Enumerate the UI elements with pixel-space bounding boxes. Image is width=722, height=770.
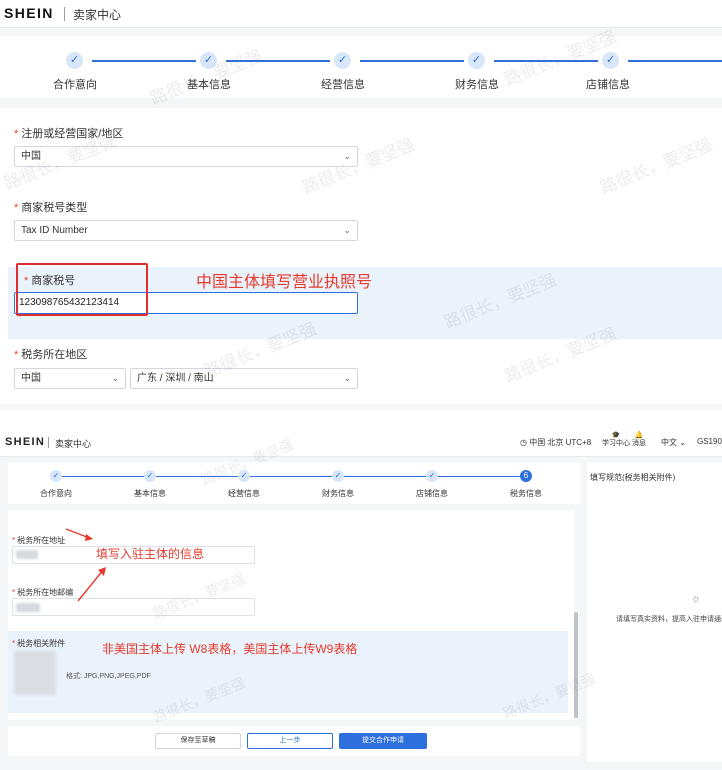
step-label-business[interactable]: 经营信息 — [321, 76, 365, 92]
tax-type-select[interactable]: Tax ID Number ⌄ — [14, 220, 358, 241]
header-divider — [48, 437, 49, 448]
progress-steps — [8, 462, 580, 504]
check-icon: ✓ — [426, 470, 438, 482]
check-icon: ✓ — [602, 52, 619, 69]
messages-link[interactable]: 🔔 消息 — [632, 432, 646, 448]
language-selector[interactable]: 中文 ⌄ — [661, 437, 686, 448]
step-label-finance[interactable]: 财务信息 — [455, 76, 499, 92]
shein-logo[interactable]: SHEIN — [4, 5, 54, 21]
uploaded-file-thumbnail[interactable] — [14, 651, 56, 695]
format-hint: 格式: JPG,PNG,JPEG,PDF — [66, 673, 151, 680]
step-label-basic[interactable]: 基本信息 — [134, 488, 166, 499]
chevron-down-icon: ⌄ — [679, 438, 686, 447]
tax-address-label: * 税务所在地址 — [12, 536, 66, 545]
step-connector — [344, 476, 426, 477]
study-center-link[interactable]: 🎓 学习中心 — [602, 432, 630, 448]
step-connector — [92, 60, 196, 62]
tax-type-label: * 商家税号类型 — [14, 202, 88, 214]
check-icon: ✓ — [144, 470, 156, 482]
tax-region-area-select[interactable]: 广东 / 深圳 / 南山 ⌄ — [130, 368, 358, 389]
scrollbar[interactable] — [574, 612, 578, 718]
graduation-cap-icon: 🎓 — [611, 432, 621, 439]
step-label-intent[interactable]: 合作意向 — [53, 76, 97, 92]
app-title: 卖家中心 — [55, 439, 92, 449]
annotation-box — [16, 263, 148, 316]
save-draft-button[interactable]: 保存至草稿 — [155, 733, 241, 749]
annotation-text: 中国主体填写营业执照号 — [196, 274, 373, 291]
step-connector — [438, 476, 520, 477]
tax-region-label: * 税务所在地区 — [14, 349, 88, 361]
guideline-panel — [587, 462, 722, 762]
account-menu[interactable]: GS190 — [697, 437, 722, 446]
step-connector — [360, 60, 464, 62]
guideline-title: 填写规范(税务相关附件) — [590, 473, 676, 482]
active-step-number: 6 — [520, 470, 532, 482]
submit-application-button[interactable]: 提交合作申请 — [339, 733, 427, 749]
guideline-empty-text: 请填写真实资料，提高入驻申请通过 — [616, 616, 722, 623]
check-icon: ✓ — [50, 470, 62, 482]
header-divider — [64, 7, 65, 21]
clock-icon: ◷ — [520, 438, 530, 447]
previous-step-button[interactable]: 上一步 — [247, 733, 333, 749]
annotation-text: 填写入驻主体的信息 — [96, 547, 205, 561]
blurred-value — [16, 603, 40, 612]
shein-logo[interactable]: SHEIN — [5, 436, 45, 448]
tax-attachment-label: * 税务相关附件 — [12, 639, 66, 648]
check-icon: ✓ — [66, 52, 83, 69]
chevron-down-icon: ⌄ — [343, 373, 351, 383]
step-label-tax[interactable]: 税务信息 — [510, 488, 542, 499]
step-connector — [62, 476, 144, 477]
step-connector — [250, 476, 332, 477]
step-label-store[interactable]: 店铺信息 — [416, 488, 448, 499]
step-label-intent[interactable]: 合作意向 — [40, 488, 72, 499]
app-title: 卖家中心 — [73, 8, 122, 22]
step-label-finance[interactable]: 财务信息 — [322, 488, 354, 499]
lightbulb-icon: ☼ — [691, 593, 702, 605]
timezone-selector[interactable]: ◷ 中国 北京 UTC+8 — [520, 437, 591, 448]
annotation-arrows — [65, 528, 106, 602]
step-label-business[interactable]: 经营信息 — [228, 488, 260, 499]
check-icon: ✓ — [332, 470, 344, 482]
check-icon: ✓ — [468, 52, 485, 69]
chevron-down-icon: ⌄ — [111, 373, 119, 383]
check-icon: ✓ — [334, 52, 351, 69]
bell-icon: 🔔 — [634, 432, 644, 439]
blurred-value — [16, 550, 38, 559]
tax-region-country-select[interactable]: 中国 ⌄ — [14, 368, 126, 389]
annotation-text: 非美国主体上传 W8表格，美国主体上传W9表格 — [102, 642, 358, 656]
step-connector — [628, 60, 722, 62]
chevron-down-icon: ⌄ — [343, 225, 351, 235]
step-label-store[interactable]: 店铺信息 — [586, 76, 630, 92]
